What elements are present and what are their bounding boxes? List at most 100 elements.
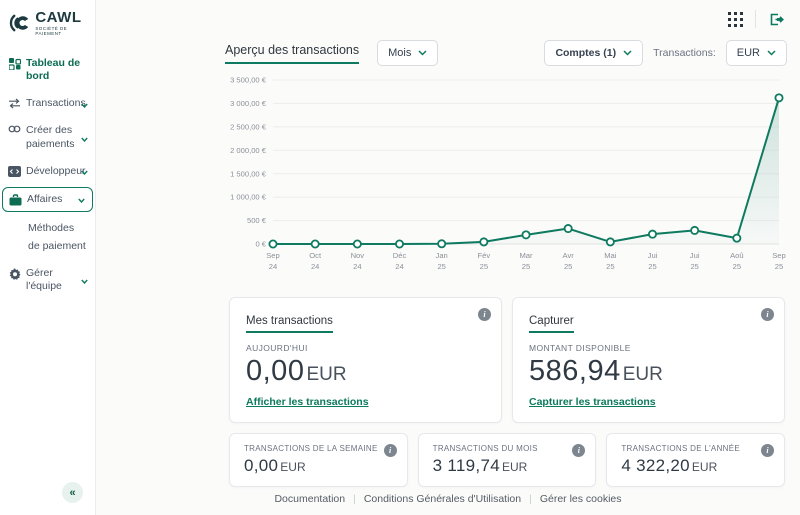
sidebar-item-label: Tableau de bord	[26, 57, 85, 83]
svg-text:1 500,00 €: 1 500,00 €	[230, 169, 267, 178]
show-transactions-link[interactable]: Afficher les transactions	[246, 396, 369, 408]
svg-text:25: 25	[733, 262, 741, 271]
stat-label: TRANSACTIONS DU MOIS	[433, 444, 584, 453]
chart-header: Aperçu des transactions Mois Comptes (1)…	[225, 40, 787, 66]
footer-link-cookies[interactable]: Gérer les cookies	[540, 493, 622, 505]
amount-value: 4 322,20	[621, 456, 690, 475]
sidebar-item-gerer-equipe[interactable]: Gérer l'équipe	[0, 260, 95, 300]
amount-currency: EUR	[502, 460, 527, 474]
chevron-down-icon	[81, 162, 88, 180]
svg-text:Déc: Déc	[393, 251, 407, 260]
main-area: Aperçu des transactions Mois Comptes (1)…	[96, 0, 800, 515]
summary-cards: Mes transactions i AUJOURD'HUI 0,00EUR A…	[229, 297, 785, 423]
sidebar-item-tableau-de-bord[interactable]: Tableau de bord	[0, 50, 95, 90]
amount-currency: EUR	[306, 364, 346, 385]
svg-text:24: 24	[395, 262, 403, 271]
period-select[interactable]: Mois	[377, 40, 438, 66]
svg-text:3 500,00 €: 3 500,00 €	[230, 76, 267, 85]
gear-icon	[8, 268, 21, 280]
line-chart[interactable]: 3 500,00 € 3 000,00 € 2 500,00 € 2 000,00 €…	[225, 72, 787, 278]
currency-select-value: EUR	[737, 47, 760, 59]
sidebar-item-developpeur[interactable]: Développeur	[0, 158, 95, 185]
svg-text:Jan: Jan	[436, 251, 448, 260]
transactions-chart: 3 500,00 € 3 000,00 € 2 500,00 € 2 000,00 €…	[225, 72, 787, 283]
sidebar-item-label: Affaires	[27, 193, 62, 206]
svg-text:Aoû: Aoû	[730, 251, 744, 260]
year-transactions-card: TRANSACTIONS DE L'ANNÉE i 4 322,20EUR	[606, 433, 785, 487]
svg-text:25: 25	[690, 262, 698, 271]
brand-tagline: SOCIÉTÉ DE PAIEMENT	[35, 27, 89, 36]
svg-text:Oct: Oct	[309, 251, 322, 260]
sidebar-item-label: Transactions	[26, 97, 86, 110]
svg-text:Sep: Sep	[772, 251, 786, 260]
amount-currency: EUR	[280, 460, 305, 474]
info-icon[interactable]: i	[572, 444, 585, 457]
link-icon	[8, 125, 21, 133]
card-value: 0,00EUR	[246, 355, 487, 388]
footer-divider: |	[529, 493, 532, 505]
amount-value: 3 119,74	[433, 456, 500, 475]
chevron-down-icon	[81, 271, 88, 289]
chart-header-controls: Comptes (1) Transactions: EUR	[544, 40, 787, 66]
sidebar-item-label: Créer des paiements	[26, 124, 85, 150]
amount-value: 586,94	[529, 355, 621, 387]
chevron-down-icon	[623, 50, 632, 56]
amount-value: 0,00	[244, 456, 278, 475]
brand-logo: CAWL SOCIÉTÉ DE PAIEMENT	[0, 0, 95, 50]
info-icon[interactable]: i	[384, 444, 397, 457]
svg-text:Nov: Nov	[351, 251, 365, 260]
svg-text:25: 25	[480, 262, 488, 271]
svg-text:2 000,00 €: 2 000,00 €	[230, 146, 267, 155]
svg-text:Fév: Fév	[477, 251, 490, 260]
info-icon[interactable]: i	[761, 444, 774, 457]
svg-text:1 000,00 €: 1 000,00 €	[230, 193, 267, 202]
sidebar-item-transactions[interactable]: Transactions	[0, 90, 95, 117]
period-select-value: Mois	[388, 47, 411, 59]
footer-link-cgu[interactable]: Conditions Générales d'Utilisation	[364, 493, 521, 505]
cawl-logo-icon	[8, 10, 31, 36]
svg-text:25: 25	[437, 262, 445, 271]
sidebar-item-methodes-de-paiement[interactable]: Méthodes de paiement	[0, 214, 95, 260]
svg-text:24: 24	[311, 262, 319, 271]
stat-value: 4 322,20EUR	[621, 456, 772, 476]
svg-text:2 500,00 €: 2 500,00 €	[230, 122, 267, 131]
svg-text:3 000,00 €: 3 000,00 €	[230, 99, 267, 108]
svg-text:Mai: Mai	[604, 251, 617, 260]
card-value: 586,94EUR	[529, 355, 770, 388]
stat-cards: TRANSACTIONS DE LA SEMAINE i 0,00EUR TRA…	[229, 433, 785, 487]
sidebar-item-label: Gérer l'équipe	[26, 267, 85, 293]
amount-currency: EUR	[692, 460, 717, 474]
chevron-down-icon	[81, 129, 88, 147]
capture-transactions-link[interactable]: Capturer les transactions	[529, 396, 656, 408]
chevron-down-icon	[767, 50, 776, 56]
transactions-filter-label: Transactions:	[653, 47, 716, 59]
sidebar: CAWL SOCIÉTÉ DE PAIEMENT Tableau de bord…	[0, 0, 96, 515]
svg-text:Mar: Mar	[519, 251, 533, 260]
sidebar-collapse-button[interactable]: «	[62, 482, 83, 503]
svg-text:25: 25	[775, 262, 783, 271]
svg-text:Jui: Jui	[690, 251, 700, 260]
brand-name: CAWL	[35, 10, 89, 25]
app-window: CAWL SOCIÉTÉ DE PAIEMENT Tableau de bord…	[0, 0, 800, 515]
month-transactions-card: TRANSACTIONS DU MOIS i 3 119,74EUR	[418, 433, 597, 487]
info-icon[interactable]: i	[761, 308, 774, 321]
sidebar-item-label: Développeur	[26, 165, 86, 178]
content-column: Aperçu des transactions Mois Comptes (1)…	[225, 40, 787, 487]
svg-text:25: 25	[606, 262, 614, 271]
card-title: Mes transactions	[246, 315, 333, 333]
capture-card: Capturer i MONTANT DISPONIBLE 586,94EUR …	[512, 297, 785, 423]
svg-text:24: 24	[353, 262, 361, 271]
info-icon[interactable]: i	[478, 308, 491, 321]
svg-text:24: 24	[269, 262, 277, 271]
svg-text:25: 25	[564, 262, 572, 271]
my-transactions-card: Mes transactions i AUJOURD'HUI 0,00EUR A…	[229, 297, 502, 423]
footer-link-documentation[interactable]: Documentation	[274, 493, 345, 505]
accounts-select[interactable]: Comptes (1)	[544, 40, 643, 66]
chevron-down-icon	[78, 190, 85, 208]
sidebar-item-affaires[interactable]: Affaires	[2, 187, 93, 212]
svg-text:25: 25	[522, 262, 530, 271]
sidebar-item-creer-des-paiements[interactable]: Créer des paiements	[0, 117, 95, 157]
code-icon	[8, 166, 21, 177]
currency-select[interactable]: EUR	[726, 40, 787, 66]
stat-value: 0,00EUR	[244, 456, 395, 476]
